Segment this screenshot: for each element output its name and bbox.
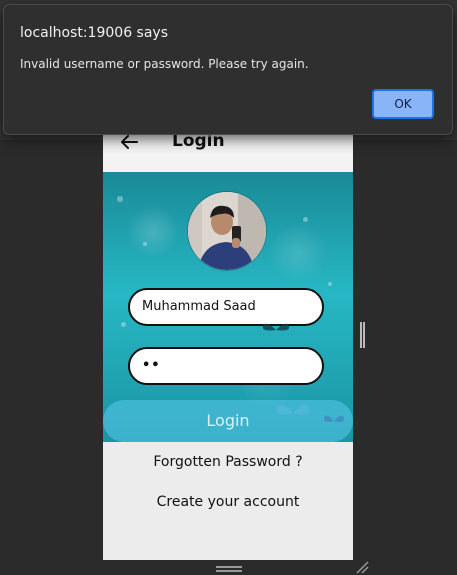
butterfly-icon xyxy=(262,323,290,331)
password-field[interactable]: •• xyxy=(128,347,324,385)
forgot-password-link[interactable]: Forgotten Password ? xyxy=(103,454,353,470)
dialog-title: localhost:19006 says xyxy=(20,25,168,41)
side-resize-handle[interactable] xyxy=(360,322,365,348)
profile-photo-icon xyxy=(188,192,266,270)
login-hero: Muhammad Saad •• Login xyxy=(103,172,353,442)
username-field[interactable]: Muhammad Saad xyxy=(128,288,324,326)
avatar xyxy=(188,192,266,270)
sparkle xyxy=(143,242,147,246)
resize-corner-icon[interactable] xyxy=(355,560,369,574)
mobile-viewport: Login Muhammad Saad •• Login Forgotten P… xyxy=(103,120,353,560)
login-button[interactable]: Login xyxy=(103,400,353,442)
sparkle xyxy=(117,196,123,202)
alert-dialog: localhost:19006 says Invalid username or… xyxy=(3,4,453,135)
sparkle xyxy=(328,282,332,286)
create-account-link[interactable]: Create your account xyxy=(103,494,353,510)
dialog-message: Invalid username or password. Please try… xyxy=(20,57,309,71)
bottom-resize-handle[interactable] xyxy=(216,566,242,572)
ok-button[interactable]: OK xyxy=(372,89,434,119)
sparkle xyxy=(303,217,308,222)
sparkle xyxy=(121,322,126,327)
